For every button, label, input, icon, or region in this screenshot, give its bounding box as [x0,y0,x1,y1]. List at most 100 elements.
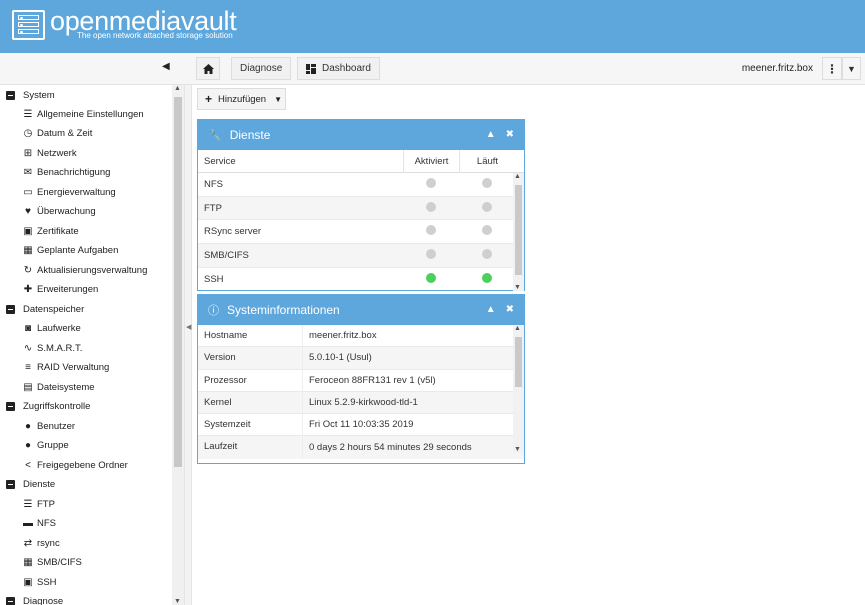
status-enabled-dot [426,201,436,212]
breadcrumb-diagnose[interactable]: Diagnose [231,57,292,80]
sidebar-item-certificates[interactable]: ▣ Zertifikate [22,222,78,241]
breadcrumb-dashboard[interactable]: Dashboard [297,57,380,80]
collapse-sidebar-icon[interactable]: ◀ [162,61,170,72]
sidebar-item-update-management[interactable]: ↻ Aktualisierungsverwaltung [22,261,148,280]
info-value: 5.0.10-1 (Usul) [309,352,372,364]
table-row: Systemzeit Fri Oct 11 10:03:35 2019 [198,414,524,437]
heartbeat-icon: ♥ [25,206,31,217]
info-key: Laufzeit [198,436,303,459]
service-name: SSH [204,274,224,286]
scroll-up-icon[interactable]: ▲ [514,173,521,180]
sidebar-item-disks[interactable]: ◙ Laufwerke [22,319,81,338]
services-scrollbar[interactable]: ▲ ▼ [513,173,524,291]
sidebar-item-ssh[interactable]: ▣ SSH [22,573,56,592]
collapse-icon [6,480,15,489]
status-enabled-dot [426,248,436,259]
sysinfo-scrollbar[interactable]: ▲ ▼ [513,325,524,453]
collapse-icon [6,91,15,100]
sidebar-item-groups[interactable]: ● Gruppe [22,436,69,455]
collapse-icon[interactable]: ▲ [486,129,496,140]
sidebar-item-date-time[interactable]: ◷ Datum & Zeit [22,124,93,143]
sidebar-item-smb[interactable]: ▦ SMB/CIFS [22,553,82,572]
column-header-running[interactable]: Läuft [459,149,515,173]
users-icon: ● [24,440,32,451]
sidebar-item-notification[interactable]: ✉ Benachrichtigung [22,163,111,182]
status-running-dot [482,225,492,236]
service-name: RSync server [204,226,262,238]
sidebar-item-power-management[interactable]: ▭ Energieverwaltung [22,183,115,202]
scroll-up-icon[interactable]: ▲ [174,85,181,92]
sidebar-item-users[interactable]: ● Benutzer [22,417,75,436]
sidebar-item-general-settings[interactable]: ☰ Allgemeine Einstellungen [22,105,144,124]
sysinfo-panel-header: ⓘ Systeminformationen ▲ ✖ [198,295,524,325]
sidebar-group-services[interactable]: Dienste [6,475,55,494]
status-running-dot [482,201,492,212]
status-enabled-dot [426,273,436,284]
info-icon: ⓘ [208,305,219,317]
sidebar-splitter[interactable]: ◀ [184,85,192,605]
status-running-dot [482,248,492,259]
sidebar-item-monitoring[interactable]: ♥ Überwachung [22,202,96,221]
collapse-icon[interactable]: ▲ [486,304,496,315]
add-widget-button[interactable]: + Hinzufügen ▼ [197,88,286,110]
close-icon[interactable]: ✖ [506,129,514,140]
column-header-service[interactable]: Service [198,156,403,167]
book-icon: ▤ [23,382,33,393]
service-name: FTP [204,202,222,214]
scroll-down-icon[interactable]: ▼ [514,284,521,291]
chevron-down-icon: ▼ [847,63,856,74]
table-row[interactable]: NFS [198,173,524,197]
hostname-label: meener.fritz.box [741,63,813,74]
services-panel-title: Dienste [229,128,271,142]
user-menu-button[interactable]: ▼ [842,57,861,80]
scrollbar-thumb[interactable] [515,337,522,387]
certificate-icon: ▣ [23,226,33,237]
table-row[interactable]: FTP [198,196,524,221]
sidebar-item-rsync[interactable]: ⇄ rsync [22,534,60,553]
status-running-dot [482,273,492,284]
scrollbar-thumb[interactable] [174,97,182,467]
sidebar-group-access[interactable]: Zugriffskontrolle [6,397,90,416]
sidebar-item-network[interactable]: ⊞ Netzwerk [22,144,77,163]
close-icon[interactable]: ✖ [506,304,514,315]
collapse-arrow-icon[interactable]: ◀ [186,323,191,331]
scroll-up-icon[interactable]: ▲ [514,325,521,332]
services-panel: 🔧 Dienste ▲ ✖ Service Aktiviert Läuft NF… [197,119,525,291]
info-key: Systemzeit [198,414,303,436]
scrollbar-thumb[interactable] [515,185,522,275]
table-row[interactable]: RSync server [198,220,524,245]
sidebar-item-shared-folders[interactable]: < Freigegebene Ordner [22,456,128,475]
sliders-icon: ☰ [23,109,33,120]
network-icon: ⊞ [23,148,33,159]
scroll-down-icon[interactable]: ▼ [514,446,521,453]
collapse-icon [6,597,15,605]
sidebar-item-ftp[interactable]: ☰ FTP [22,495,55,514]
sidebar-item-smart[interactable]: ∿ S.M.A.R.T. [22,339,83,358]
sidebar-group-system[interactable]: System [6,86,55,105]
sidebar-group-storage[interactable]: Datenspeicher [6,300,84,319]
more-menu-button[interactable]: ⋮ [822,57,842,80]
sidebar-item-raid[interactable]: ≡ RAID Verwaltung [22,358,109,377]
sidebar-item-filesystems[interactable]: ▤ Dateisysteme [22,378,94,397]
sidebar-group-diagnose[interactable]: Diagnose [6,592,63,605]
home-button[interactable] [196,57,220,80]
home-icon [202,63,214,74]
service-name: NFS [204,178,223,190]
sidebar-item-plugins[interactable]: ✚ Erweiterungen [22,280,98,299]
collapse-icon [6,402,15,411]
sidebar-item-nfs[interactable]: ▬ NFS [22,514,56,533]
database-icon: ≡ [25,362,31,373]
services-panel-header: 🔧 Dienste ▲ ✖ [198,120,524,150]
info-key: Hostname [198,325,303,347]
table-row: Version 5.0.10-1 (Usul) [198,347,524,370]
info-key: Prozessor [198,369,303,391]
sidebar-scrollbar[interactable]: ▲ ▼ [172,85,184,605]
info-value: 0 days 2 hours 54 minutes 29 seconds [309,442,472,454]
info-key: Kernel [198,391,303,414]
sysinfo-panel-title: Systeminformationen [227,303,340,317]
table-row[interactable]: SMB/CIFS [198,244,524,268]
sidebar-item-scheduled-tasks[interactable]: ▦ Geplante Aufgaben [22,241,118,260]
scroll-down-icon[interactable]: ▼ [174,598,181,605]
column-header-enabled[interactable]: Aktiviert [403,149,459,173]
table-row[interactable]: SSH [198,268,524,292]
